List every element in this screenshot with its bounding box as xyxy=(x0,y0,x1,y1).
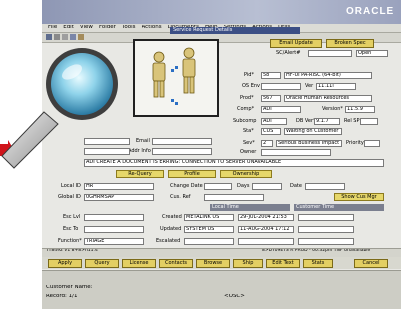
rel-sp-label: Rel SP xyxy=(344,118,360,124)
updated-date-field[interactable]: 11-AUG-2004 17:12 xyxy=(238,226,294,233)
comp-field[interactable]: ADI xyxy=(261,106,301,113)
email-update-button[interactable]: Email Update xyxy=(270,39,322,48)
record-count-text: Record: 1/1 xyxy=(46,294,78,299)
created-cust-date-field[interactable] xyxy=(298,214,354,221)
ownership-tab[interactable]: Ownership xyxy=(220,170,272,178)
oracle-logo: ORACLE xyxy=(346,6,395,17)
updated-label: Updated xyxy=(160,226,182,232)
updated-cust-date-field[interactable] xyxy=(298,226,354,233)
priority-label: Priority xyxy=(346,140,364,146)
magnifying-glass-icon xyxy=(0,28,140,178)
created-date-field[interactable]: 29-JUL-2004 21:53 xyxy=(238,214,294,221)
rel-sp-field[interactable] xyxy=(360,118,378,125)
owner-label: Owner xyxy=(240,149,257,155)
contacts-button[interactable]: Contacts xyxy=(159,259,193,268)
edit-text-button[interactable]: Edit Text xyxy=(266,259,300,268)
sev-desc-field[interactable]: Serious Business Impact xyxy=(276,140,342,147)
owner-field[interactable] xyxy=(261,149,331,156)
escalated-cust-date-field[interactable] xyxy=(298,238,354,245)
pid-field[interactable]: 58 xyxy=(261,72,281,79)
osc-text: <OSC> xyxy=(224,294,245,299)
sr-num-label: SC/Alert# xyxy=(276,50,301,56)
status-left-text: TT8492 V1 8+8>h11.4 xyxy=(46,249,98,253)
prod-desc-field[interactable]: Oracle Human Resources xyxy=(284,95,372,102)
cus-ref-field[interactable] xyxy=(204,194,264,201)
license-button[interactable]: License xyxy=(122,259,156,268)
local-time-header: Local Time xyxy=(210,204,290,211)
created-by-field[interactable]: METALINK US xyxy=(184,214,234,221)
esc-to-label: Esc To xyxy=(63,226,79,232)
subcomp-field[interactable]: ADI xyxy=(261,118,287,125)
local-id-label: Local ID xyxy=(61,183,81,189)
broken-spec-button[interactable]: Broken Spec xyxy=(326,39,374,48)
customer-name-text: Customer Name: xyxy=(46,285,93,290)
local-id-field[interactable]: HR xyxy=(84,183,154,190)
prod-field[interactable]: 567 xyxy=(261,95,281,102)
esc-lvl-label: Esc Lvl xyxy=(63,214,81,220)
browse-button[interactable]: Browse xyxy=(196,259,230,268)
change-date-label: Change Date xyxy=(170,183,203,189)
escalated-label: Escalated xyxy=(156,238,181,244)
days-field[interactable] xyxy=(252,183,282,190)
cus-ref-label: Cus. Ref xyxy=(170,194,191,200)
version-label: Version* xyxy=(322,106,343,112)
profile-tab[interactable]: Profile xyxy=(168,170,216,178)
dbver-field[interactable]: 9.1.7 xyxy=(314,118,340,125)
form-title-bar: Service Request Details xyxy=(170,27,300,34)
apply-button[interactable]: Apply xyxy=(48,259,82,268)
date-field[interactable] xyxy=(305,183,345,190)
priority-field[interactable] xyxy=(364,140,380,147)
email-field[interactable] xyxy=(152,138,212,145)
status-right-text: 8>DY09ETS R PROD - 00:32pm TNF Unavailab… xyxy=(262,249,371,253)
date-label: Date xyxy=(290,183,302,189)
prod-label: Prod* xyxy=(240,95,254,101)
people-icon xyxy=(152,47,196,105)
people-graphic-panel xyxy=(133,39,219,117)
esc-to-field[interactable] xyxy=(84,226,144,233)
created-label: Created xyxy=(162,214,182,220)
updated-by-field[interactable]: SYSTEM US xyxy=(184,226,234,233)
change-date-field[interactable] xyxy=(204,183,232,190)
global-id-label: Global ID xyxy=(58,194,81,200)
ship-button[interactable]: Ship xyxy=(233,259,263,268)
global-id-field[interactable]: 0GHRMSAP xyxy=(84,194,154,201)
cancel-button[interactable]: Cancel xyxy=(354,259,388,268)
menu-actions[interactable]: Actions xyxy=(142,25,162,31)
days-label: Days xyxy=(237,183,250,189)
sta-label: Sta* xyxy=(243,128,254,134)
pid-label: Pid* xyxy=(244,72,254,78)
sev-label: Sev* xyxy=(243,140,255,146)
escalated-by-field[interactable] xyxy=(184,238,234,245)
comp-label: Comp* xyxy=(237,106,255,112)
os-env-field[interactable] xyxy=(261,83,301,90)
version-field[interactable]: 11.5.9 xyxy=(345,106,375,113)
function-field[interactable]: TRIAGE xyxy=(84,238,144,245)
subcomp-label: Subcomp xyxy=(233,118,257,124)
customer-time-header: Customer Time xyxy=(294,204,384,211)
sta-field[interactable]: CUS xyxy=(261,128,281,135)
stats-button[interactable]: Stats xyxy=(303,259,333,268)
addr-info-field[interactable] xyxy=(152,148,212,155)
show-cus-mgr-button[interactable]: Show Cus Mgr xyxy=(334,193,384,201)
query-button[interactable]: Query xyxy=(85,259,119,268)
pid-desc-field[interactable]: HF-UI PA-RISC (64-bit) xyxy=(284,72,372,79)
dbver-label: DB Ver* xyxy=(296,118,316,124)
status-select[interactable]: Open xyxy=(356,50,388,57)
function-label: Function* xyxy=(58,238,82,244)
ver-field[interactable]: 11.11i xyxy=(316,83,356,90)
sr-num-field[interactable] xyxy=(308,50,352,57)
sev-field[interactable]: 2 xyxy=(261,140,273,147)
sta-desc-field[interactable]: Waiting on Customer xyxy=(284,128,342,135)
esc-lvl-field[interactable] xyxy=(84,214,144,221)
os-env-label: OS Env xyxy=(242,83,260,89)
ver-label: Ver xyxy=(305,83,314,89)
escalated-date-field[interactable] xyxy=(238,238,294,245)
footer-bar xyxy=(42,270,401,309)
